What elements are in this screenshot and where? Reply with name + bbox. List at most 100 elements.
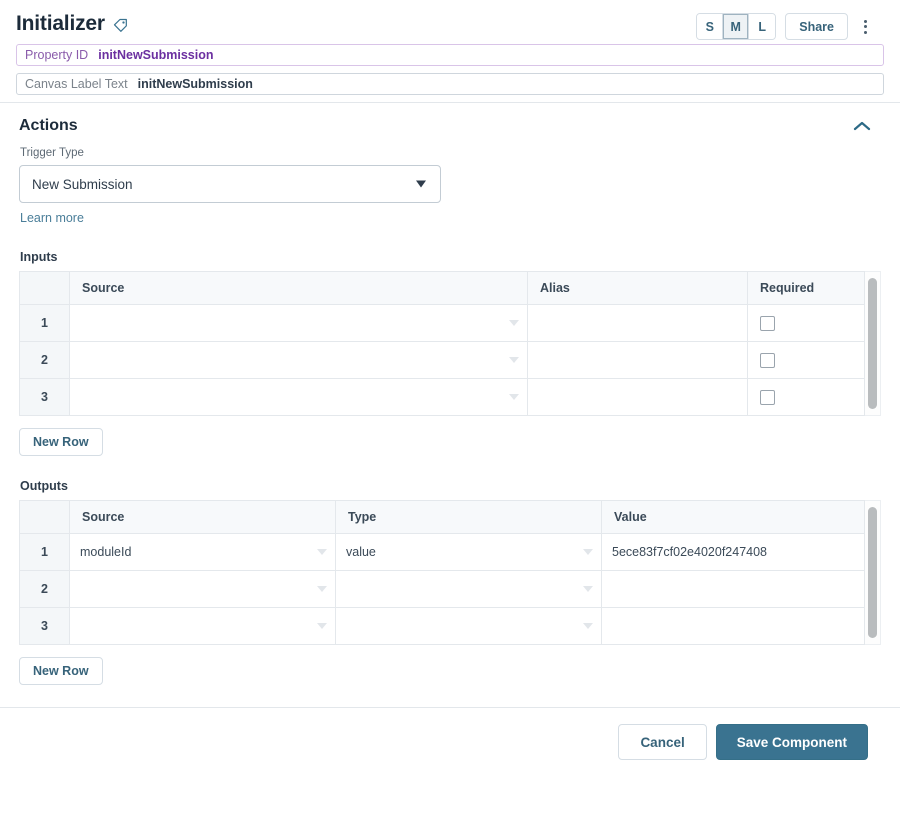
inputs-label: Inputs bbox=[20, 250, 58, 264]
size-option-l[interactable]: L bbox=[749, 14, 776, 39]
header-controls: S M L Share bbox=[696, 13, 873, 40]
footer-actions: Cancel Save Component bbox=[0, 708, 900, 760]
outputs-source-value: moduleId bbox=[80, 545, 132, 559]
outputs-header-row: Source Type Value bbox=[19, 500, 865, 534]
actions-section-header: Actions bbox=[16, 103, 884, 147]
inputs-table-scrollbar[interactable] bbox=[865, 271, 881, 416]
trigger-type-select[interactable]: New Submission bbox=[19, 165, 441, 203]
chevron-up-icon[interactable] bbox=[851, 119, 873, 133]
chevron-down-icon bbox=[509, 320, 519, 326]
tag-icon[interactable] bbox=[113, 18, 128, 33]
inputs-row-index: 2 bbox=[19, 341, 70, 379]
property-id-field[interactable]: Property ID initNewSubmission bbox=[16, 44, 884, 66]
size-option-s[interactable]: S bbox=[697, 14, 724, 39]
outputs-col-type: Type bbox=[335, 500, 602, 534]
outputs-source-cell[interactable] bbox=[69, 570, 336, 608]
chevron-down-icon bbox=[317, 549, 327, 555]
inputs-alias-cell[interactable] bbox=[527, 378, 748, 416]
trigger-type-label: Trigger Type bbox=[20, 147, 84, 159]
table-row: 3 bbox=[19, 607, 865, 645]
actions-section: Actions Trigger Type New Submission Lear… bbox=[0, 103, 900, 685]
trigger-type-value: New Submission bbox=[32, 176, 133, 192]
outputs-col-value: Value bbox=[601, 500, 865, 534]
field-list: Property ID initNewSubmission Canvas Lab… bbox=[0, 44, 900, 95]
outputs-row-index: 1 bbox=[19, 533, 70, 571]
inputs-header-row: Source Alias Required bbox=[19, 271, 865, 305]
inputs-new-row-button[interactable]: New Row bbox=[19, 428, 103, 456]
chevron-down-icon bbox=[317, 623, 327, 629]
outputs-value-cell[interactable] bbox=[601, 570, 865, 608]
inputs-source-cell[interactable] bbox=[69, 341, 528, 379]
outputs-col-index bbox=[19, 500, 70, 534]
outputs-new-row-button[interactable]: New Row bbox=[19, 657, 103, 685]
inputs-col-source: Source bbox=[69, 271, 528, 305]
save-component-button[interactable]: Save Component bbox=[715, 724, 868, 760]
outputs-type-cell[interactable] bbox=[335, 570, 602, 608]
outputs-table-scrollbar[interactable] bbox=[865, 500, 881, 645]
inputs-alias-cell[interactable] bbox=[527, 304, 748, 342]
inputs-required-cell bbox=[747, 378, 865, 416]
inputs-source-cell[interactable] bbox=[69, 304, 528, 342]
component-editor-panel: Initializer S M L Share Property ID init… bbox=[0, 0, 900, 830]
inputs-alias-cell[interactable] bbox=[527, 341, 748, 379]
outputs-source-cell[interactable]: moduleId bbox=[69, 533, 336, 571]
size-segmented-control: S M L bbox=[696, 13, 777, 40]
outputs-table-wrapper: Source Type Value 1 moduleId value 5ece8… bbox=[19, 500, 881, 645]
inputs-row-index: 1 bbox=[19, 304, 70, 342]
outputs-source-cell[interactable] bbox=[69, 607, 336, 645]
inputs-required-cell bbox=[747, 341, 865, 379]
scrollbar-thumb[interactable] bbox=[868, 507, 877, 638]
chevron-down-icon bbox=[509, 394, 519, 400]
inputs-table: Source Alias Required 1 2 3 bbox=[19, 271, 865, 416]
chevron-down-icon bbox=[583, 623, 593, 629]
share-button[interactable]: Share bbox=[785, 13, 848, 40]
outputs-type-cell[interactable]: value bbox=[335, 533, 602, 571]
required-checkbox[interactable] bbox=[760, 389, 775, 405]
page-title: Initializer bbox=[16, 12, 105, 35]
canvas-label-text-field[interactable]: Canvas Label Text initNewSubmission bbox=[16, 73, 884, 95]
chevron-down-icon bbox=[583, 549, 593, 555]
kebab-dot bbox=[863, 19, 867, 23]
scrollbar-thumb[interactable] bbox=[868, 278, 877, 409]
outputs-label: Outputs bbox=[20, 479, 68, 493]
inputs-col-required: Required bbox=[747, 271, 865, 305]
outputs-value-value: 5ece83f7cf02e4020f247408 bbox=[612, 545, 768, 559]
outputs-table: Source Type Value 1 moduleId value 5ece8… bbox=[19, 500, 865, 645]
more-vertical-icon[interactable] bbox=[857, 13, 873, 40]
chevron-down-icon bbox=[317, 586, 327, 592]
kebab-dot bbox=[863, 25, 867, 28]
inputs-required-cell bbox=[747, 304, 865, 342]
kebab-dot bbox=[863, 30, 867, 34]
actions-title: Actions bbox=[19, 117, 78, 134]
outputs-col-source: Source bbox=[69, 500, 336, 534]
chevron-down-icon bbox=[583, 586, 593, 592]
cancel-button[interactable]: Cancel bbox=[618, 724, 707, 760]
table-row: 1 moduleId value 5ece83f7cf02e4020f24740… bbox=[19, 533, 865, 571]
canvas-label-text-label: Canvas Label Text bbox=[25, 77, 128, 91]
outputs-row-index: 2 bbox=[19, 570, 70, 608]
canvas-label-text-value: initNewSubmission bbox=[137, 77, 253, 91]
table-row: 1 bbox=[19, 304, 865, 342]
table-row: 3 bbox=[19, 378, 865, 416]
outputs-row-index: 3 bbox=[19, 607, 70, 645]
outputs-type-value: value bbox=[346, 545, 376, 559]
required-checkbox[interactable] bbox=[760, 352, 775, 368]
size-option-m[interactable]: M bbox=[723, 14, 750, 39]
inputs-col-index bbox=[19, 271, 70, 305]
inputs-source-cell[interactable] bbox=[69, 378, 528, 416]
table-row: 2 bbox=[19, 341, 865, 379]
title-group: Initializer bbox=[16, 12, 128, 36]
property-id-value: initNewSubmission bbox=[98, 48, 214, 62]
inputs-col-alias: Alias bbox=[527, 271, 748, 305]
property-id-label: Property ID bbox=[25, 48, 89, 62]
panel-header: Initializer S M L Share bbox=[0, 0, 900, 44]
chevron-down-icon bbox=[509, 357, 519, 363]
required-checkbox[interactable] bbox=[760, 315, 775, 331]
outputs-value-cell[interactable]: 5ece83f7cf02e4020f247408 bbox=[601, 533, 865, 571]
inputs-table-wrapper: Source Alias Required 1 2 3 bbox=[19, 271, 881, 416]
inputs-row-index: 3 bbox=[19, 378, 70, 416]
outputs-value-cell[interactable] bbox=[601, 607, 865, 645]
table-row: 2 bbox=[19, 570, 865, 608]
learn-more-link[interactable]: Learn more bbox=[20, 211, 84, 225]
outputs-type-cell[interactable] bbox=[335, 607, 602, 645]
